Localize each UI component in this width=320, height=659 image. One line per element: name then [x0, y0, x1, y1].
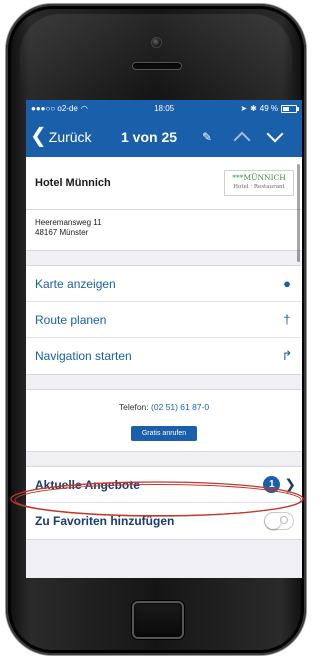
- offers-row[interactable]: Aktuelle Angebote 1 ❯: [26, 467, 302, 503]
- front-camera: [151, 37, 162, 48]
- phone-line: Telefon: (02 51) 61 87-0: [26, 402, 302, 412]
- bluetooth-icon: ✱: [250, 104, 257, 113]
- chevron-left-icon: ❮: [30, 125, 47, 147]
- favorites-row: Zu Favoriten hinzufügen: [26, 503, 302, 539]
- phone-label: Telefon:: [118, 402, 149, 412]
- action-list: Karte anzeigen ● Route planen † Navigati…: [26, 266, 302, 374]
- route-sign-icon: †: [283, 312, 291, 327]
- screen: ●●●○○ o2-de ◠ 18:05 ➤ ✱ 49 % ❮ Zurück 1 …: [26, 100, 302, 578]
- wifi-icon: ◠: [80, 104, 88, 113]
- status-bar: ●●●○○ o2-de ◠ 18:05 ➤ ✱ 49 %: [26, 100, 302, 117]
- chevron-right-icon: ❯: [284, 476, 296, 492]
- favorites-label: Zu Favoriten hinzufügen: [35, 514, 175, 528]
- turn-right-arrow-icon: ↱: [281, 348, 293, 363]
- earpiece-speaker: [132, 62, 182, 70]
- navigation-row[interactable]: Navigation starten ↱: [26, 338, 302, 374]
- navigation-bar: ❮ Zurück 1 von 25 ✎: [26, 117, 302, 157]
- map-row[interactable]: Karte anzeigen ●: [26, 266, 302, 302]
- phone-number-link[interactable]: (02 51) 61 87-0: [151, 402, 209, 412]
- toggle-knob: [265, 513, 281, 529]
- favorites-toggle[interactable]: [264, 512, 294, 530]
- next-arrow-icon[interactable]: [266, 125, 284, 143]
- edit-pencil-icon[interactable]: ✎: [202, 130, 212, 144]
- navigation-row-label: Navigation starten: [35, 349, 132, 363]
- hotel-name: Hotel Münnich: [35, 177, 111, 189]
- address-street: Heeremansweg 11: [35, 218, 102, 227]
- carrier-label: ●●●○○ o2-de: [31, 104, 78, 113]
- map-pin-icon: ●: [283, 276, 291, 291]
- hotel-logo: ***MÜNNICH Hotel · Restaurant: [224, 170, 294, 196]
- call-button[interactable]: Gratis anrufen: [130, 426, 198, 441]
- address-city: 48167 Münster: [35, 228, 89, 237]
- back-button[interactable]: ❮ Zurück: [30, 125, 92, 147]
- scroll-indicator: [297, 164, 300, 262]
- clock: 18:05: [154, 104, 175, 113]
- battery-icon: [281, 104, 299, 113]
- route-row[interactable]: Route planen †: [26, 302, 302, 338]
- battery-percent: 49 %: [259, 104, 278, 113]
- hotel-address: Heeremansweg 11 48167 Münster: [26, 210, 302, 250]
- home-button[interactable]: [132, 601, 184, 639]
- record-counter: 1 von 25: [121, 129, 178, 145]
- map-row-label: Karte anzeigen: [35, 276, 116, 291]
- location-icon: ➤: [240, 104, 248, 113]
- back-label: Zurück: [48, 129, 92, 145]
- contact-section: Telefon: (02 51) 61 87-0 Gratis anrufen: [26, 390, 302, 451]
- route-row-label: Route planen: [35, 312, 107, 327]
- hotel-header: Hotel Münnich ***MÜNNICH Hotel · Restaur…: [26, 157, 302, 250]
- previous-arrow-icon[interactable]: [233, 131, 251, 149]
- offers-label: Aktuelle Angebote: [35, 477, 140, 492]
- offers-count-badge: 1: [263, 476, 281, 493]
